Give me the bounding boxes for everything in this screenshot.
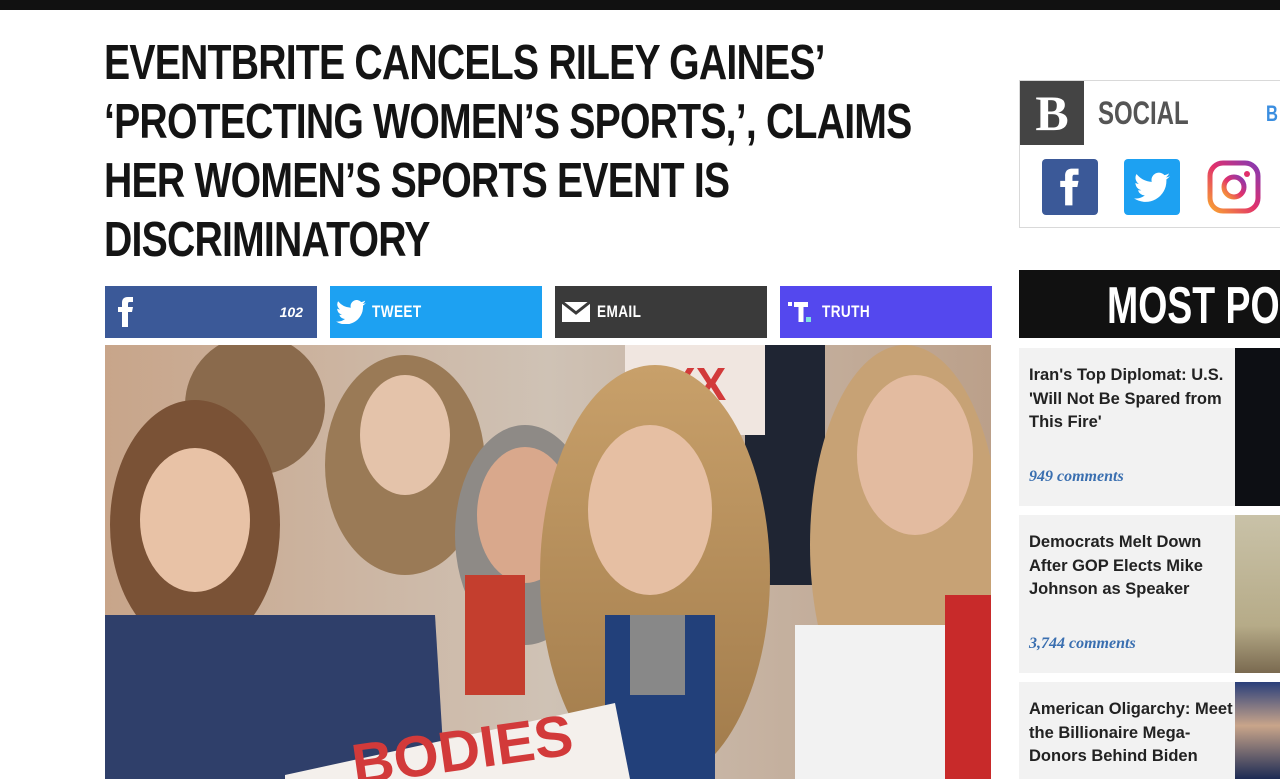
twitter-bird-icon: [330, 286, 372, 338]
popular-item-title[interactable]: Democrats Melt Down After GOP Elects Mik…: [1029, 531, 1235, 602]
truth-label: TRUTH: [822, 302, 871, 321]
popular-item-thumbnail[interactable]: [1235, 348, 1280, 506]
truth-share-button[interactable]: TRUTH: [780, 286, 992, 338]
popular-item-comments[interactable]: 3,744 comments: [1029, 635, 1136, 653]
popular-item-thumbnail[interactable]: [1235, 682, 1280, 779]
facebook-share-count: 102: [279, 304, 303, 320]
instagram-icon[interactable]: [1206, 159, 1262, 215]
popular-item-1[interactable]: Iran's Top Diplomat: U.S. 'Will Not Be S…: [1019, 348, 1280, 506]
headline-line-2: ‘PROTECTING WOMEN’S SPORTS,’, CLAIMS: [104, 95, 912, 149]
popular-item-comments[interactable]: 949 comments: [1029, 468, 1124, 486]
email-label: EMAIL: [597, 302, 642, 321]
top-bar: [0, 0, 1280, 10]
article-headline: EVENTBRITE CANCELS RILEY GAINES’ ‘PROTEC…: [104, 34, 944, 270]
popular-item-title[interactable]: American Oligarchy: Meet the Billionaire…: [1029, 698, 1235, 769]
truth-social-icon: [780, 286, 822, 338]
facebook-icon[interactable]: [1042, 159, 1098, 215]
email-share-button[interactable]: EMAIL: [555, 286, 767, 338]
popular-item-2[interactable]: Democrats Melt Down After GOP Elects Mik…: [1019, 515, 1280, 673]
facebook-f-icon: [105, 286, 147, 338]
most-popular-title: MOST POPU: [1107, 277, 1280, 335]
tweet-button[interactable]: TWEET: [330, 286, 542, 338]
headline-line-3: HER WOMEN’S SPORTS EVENT IS: [104, 154, 730, 208]
twitter-icon[interactable]: [1124, 159, 1180, 215]
article-photo: XX BODIES: [105, 345, 991, 779]
social-widget: B SOCIAL B: [1019, 80, 1280, 228]
breitbart-logo: B: [1020, 81, 1084, 145]
social-title: SOCIAL: [1098, 95, 1189, 131]
facebook-share-button[interactable]: 102: [105, 286, 317, 338]
headline-line-4: DISCRIMINATORY: [104, 213, 430, 267]
popular-item-thumbnail[interactable]: [1235, 515, 1280, 673]
popular-item-3[interactable]: American Oligarchy: Meet the Billionaire…: [1019, 682, 1280, 779]
tweet-label: TWEET: [372, 302, 422, 321]
social-more-fragment: B: [1266, 101, 1278, 126]
envelope-icon: [555, 286, 597, 338]
popular-item-title[interactable]: Iran's Top Diplomat: U.S. 'Will Not Be S…: [1029, 364, 1235, 435]
most-popular-header: MOST POPU: [1019, 270, 1280, 338]
headline-line-1: EVENTBRITE CANCELS RILEY GAINES’: [104, 36, 826, 90]
